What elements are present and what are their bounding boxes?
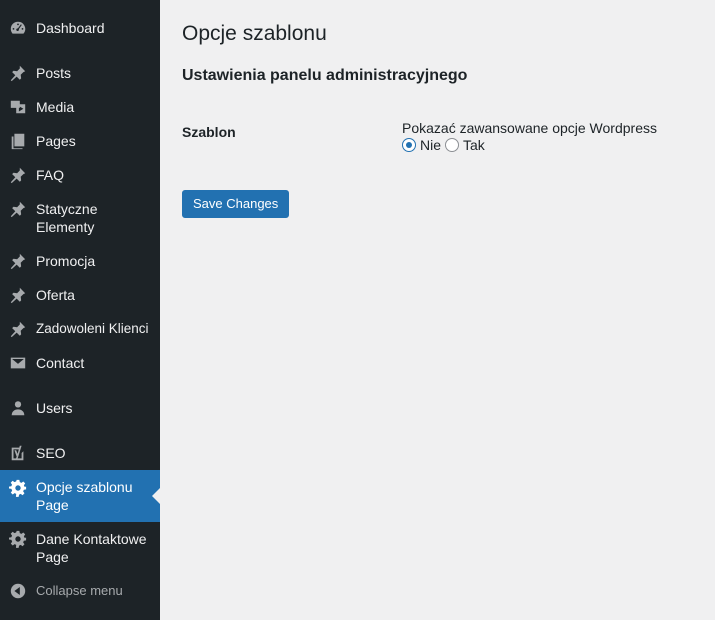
sidebar-item-label: Contact (36, 355, 85, 371)
radio-option-nie[interactable]: Nie (402, 137, 441, 153)
advanced-options-radio-group: Nie Tak (402, 137, 489, 153)
sidebar-item-contact[interactable]: Contact (0, 354, 160, 372)
sidebar-item-label: Zadowoleni Klienci (36, 321, 149, 336)
setting-label: Szablon (182, 124, 236, 140)
radio-tak[interactable] (445, 138, 460, 152)
mail-icon (9, 354, 27, 372)
collapse-arrow-icon (9, 582, 27, 600)
sidebar-item-label: Opcje szablonu Page (36, 479, 133, 513)
dashboard-icon (9, 19, 27, 37)
user-icon (9, 399, 27, 417)
active-indicator (152, 488, 160, 504)
collapse-menu-button[interactable]: Collapse menu (0, 582, 160, 600)
sidebar-item-dashboard[interactable]: Dashboard (0, 19, 160, 37)
radio-option-tak[interactable]: Tak (445, 137, 485, 153)
media-icon (9, 98, 27, 116)
sidebar-item-label: Statyczne Elementy (36, 201, 98, 235)
sidebar-item-label: Dane Kontaktowe Page (36, 531, 147, 565)
gear-icon (9, 530, 27, 548)
radio-label: Tak (463, 137, 485, 153)
sidebar-item-promocja[interactable]: Promocja (0, 252, 160, 270)
sidebar-item-faq[interactable]: FAQ (0, 166, 160, 184)
admin-sidebar: Dashboard Posts Media Pages FAQ Statyczn… (0, 0, 160, 620)
radio-label: Nie (420, 137, 442, 153)
pin-icon (9, 166, 27, 184)
sidebar-item-statyczne-elementy[interactable]: Statyczne Elementy (0, 200, 160, 236)
pin-icon (9, 320, 27, 338)
sidebar-item-posts[interactable]: Posts (0, 64, 160, 82)
sidebar-item-pages[interactable]: Pages (0, 132, 160, 150)
sidebar-item-label: Oferta (36, 287, 75, 303)
sidebar-item-label: Collapse menu (36, 583, 123, 598)
sidebar-item-label: Media (36, 99, 75, 115)
pin-icon (9, 286, 27, 304)
pin-icon (9, 64, 27, 82)
sidebar-item-label: Users (36, 400, 73, 416)
sidebar-item-users[interactable]: Users (0, 399, 160, 417)
sidebar-item-dane-kontaktowe[interactable]: Dane Kontaktowe Page (0, 530, 160, 566)
sidebar-item-label: SEO (36, 445, 66, 461)
pin-icon (9, 252, 27, 270)
pages-icon (9, 132, 27, 150)
sidebar-item-seo[interactable]: SEO (0, 444, 160, 462)
pin-icon (9, 200, 27, 218)
radio-nie[interactable] (402, 138, 416, 152)
sidebar-item-zadowoleni-klienci[interactable]: Zadowoleni Klienci (0, 320, 160, 338)
sidebar-item-media[interactable]: Media (0, 98, 160, 116)
sidebar-item-label: Dashboard (36, 20, 105, 36)
sidebar-item-label: Pages (36, 133, 76, 149)
page-title: Opcje szablonu (182, 22, 327, 45)
sidebar-item-label: Posts (36, 65, 72, 81)
sidebar-item-label: Promocja (36, 253, 96, 269)
setting-description: Pokazać zawansowane opcje Wordpress (402, 120, 657, 136)
sidebar-item-oferta[interactable]: Oferta (0, 286, 160, 304)
gear-icon (9, 479, 27, 497)
yoast-icon (9, 444, 27, 462)
section-title: Ustawienia panelu administracyjnego (182, 67, 468, 84)
sidebar-item-label: FAQ (36, 167, 65, 183)
save-changes-button[interactable]: Save Changes (182, 190, 290, 218)
sidebar-item-opcje-szablonu[interactable]: Opcje szablonu Page (0, 470, 160, 522)
